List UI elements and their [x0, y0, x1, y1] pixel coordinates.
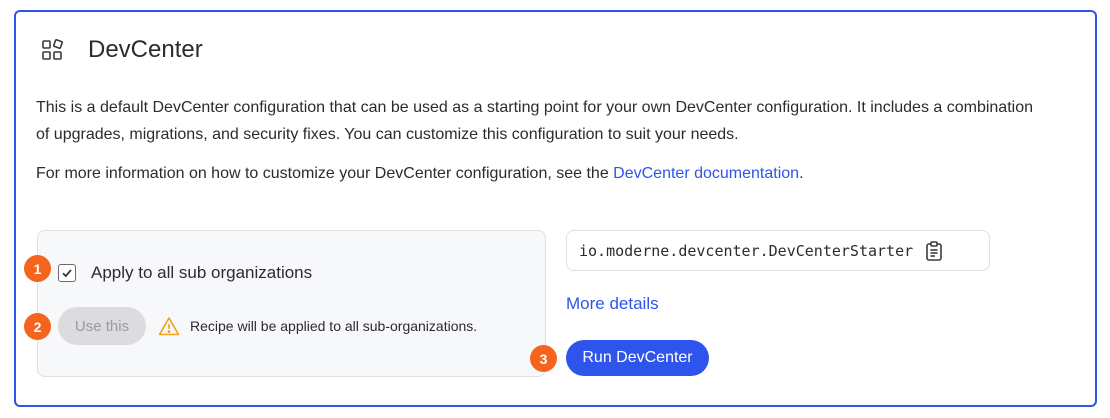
- warning-triangle-icon: [158, 317, 180, 336]
- page-title: DevCenter: [88, 36, 203, 63]
- more-info-text: For more information on how to customize…: [36, 165, 804, 183]
- use-this-button[interactable]: Use this: [58, 307, 146, 345]
- more-info-prefix: For more information on how to customize…: [36, 165, 614, 182]
- step-badge-3: 3: [530, 345, 557, 372]
- devcenter-card: DevCenter This is a default DevCenter co…: [14, 10, 1097, 407]
- options-panel: Apply to all sub organizations Use this …: [37, 230, 546, 377]
- recipe-id-field: io.moderne.devcenter.DevCenterStarter: [566, 230, 990, 271]
- apply-sub-orgs-checkbox[interactable]: [58, 264, 76, 282]
- checkmark-icon: [62, 269, 72, 278]
- more-info-suffix: .: [799, 165, 804, 182]
- recipe-id: io.moderne.devcenter.DevCenterStarter: [579, 241, 914, 260]
- use-this-row: Use this Recipe will be applied to all s…: [58, 307, 477, 345]
- clipboard-icon[interactable]: [925, 240, 943, 261]
- warning-text: Recipe will be applied to all sub-organi…: [190, 318, 478, 334]
- card-header: DevCenter: [40, 36, 203, 64]
- apply-sub-orgs-label: Apply to all sub organizations: [91, 263, 313, 282]
- devcenter-documentation-link[interactable]: DevCenter documentation: [613, 165, 799, 182]
- run-devcenter-button[interactable]: Run DevCenter: [566, 340, 709, 376]
- more-details-link[interactable]: More details: [566, 294, 659, 314]
- apply-sub-orgs-row[interactable]: Apply to all sub organizations: [58, 263, 312, 283]
- apps-grid-icon: [42, 38, 64, 60]
- description-text: This is a default DevCenter configuratio…: [36, 99, 1033, 143]
- step-badge-1: 1: [24, 255, 51, 282]
- step-badge-2: 2: [24, 313, 51, 340]
